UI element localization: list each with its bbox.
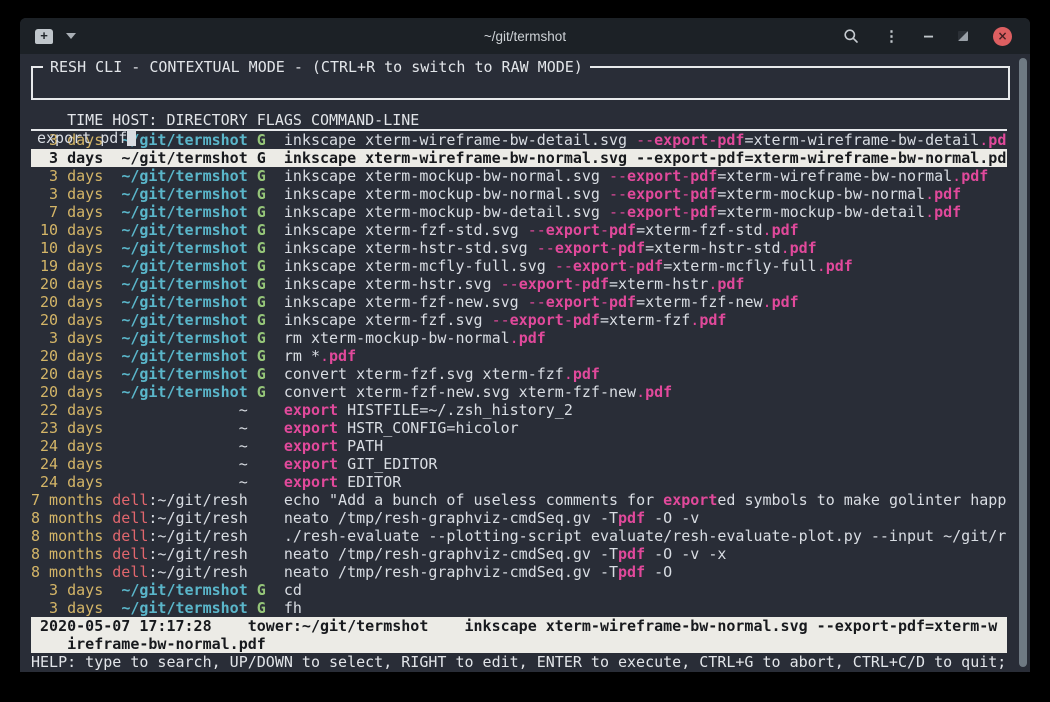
table-row[interactable]: 24 days ~ export PATH [31, 437, 1007, 455]
table-row[interactable]: 20 days ~/git/termshot G inkscape xterm-… [31, 275, 1007, 293]
table-row[interactable]: 3 days ~/git/termshot G rm xterm-mockup-… [31, 329, 1007, 347]
titlebar: + ~/git/termshot ⋮ – × [20, 18, 1030, 54]
table-row[interactable]: 8 months dell:~/git/resh neato /tmp/resh… [31, 563, 1007, 581]
table-row[interactable]: 8 months dell:~/git/resh ./resh-evaluate… [31, 527, 1007, 545]
selected-command-detail: 2020-05-07 17:17:28 tower:~/git/termshot… [31, 617, 1007, 653]
table-row[interactable]: 7 days ~/git/termshot G inkscape xterm-m… [31, 203, 1007, 221]
close-button[interactable]: × [993, 27, 1012, 46]
help-line: HELP: type to search, UP/DOWN to select,… [31, 653, 1007, 671]
table-row[interactable]: 24 days ~ export GIT_EDITOR [31, 455, 1007, 473]
minimize-button[interactable]: – [924, 29, 933, 44]
table-row[interactable]: 20 days ~/git/termshot G convert xterm-f… [31, 383, 1007, 401]
search-query: export pdf [37, 129, 127, 147]
new-tab-button[interactable]: + [35, 29, 53, 44]
search-input[interactable]: export pdf [37, 129, 1004, 147]
close-icon: × [997, 30, 1007, 42]
text-cursor [127, 130, 136, 146]
table-row[interactable]: 7 months dell:~/git/resh echo "Add a bun… [31, 491, 1007, 509]
terminal-window: + ~/git/termshot ⋮ – × RESH CLI - CONTEX… [20, 18, 1030, 672]
kebab-menu-icon[interactable]: ⋮ [884, 29, 899, 44]
table-row[interactable]: 3 days ~/git/termshot G cd [31, 581, 1007, 599]
table-row[interactable]: 20 days ~/git/termshot G inkscape xterm-… [31, 293, 1007, 311]
detail-line: 2020-05-07 17:17:28 tower:~/git/termshot… [31, 617, 1007, 635]
scrollbar-thumb[interactable] [1019, 58, 1027, 667]
table-row[interactable]: 8 months dell:~/git/resh neato /tmp/resh… [31, 545, 1007, 563]
history-table: TIME HOST: DIRECTORY FLAGS COMMAND-LINE … [31, 111, 1007, 671]
table-row[interactable]: 23 days ~ export HSTR_CONFIG=hicolor [31, 419, 1007, 437]
table-row[interactable]: 10 days ~/git/termshot G inkscape xterm-… [31, 221, 1007, 239]
table-row[interactable]: 20 days ~/git/termshot G inkscape xterm-… [31, 311, 1007, 329]
table-row[interactable]: 3 days ~/git/termshot G inkscape xterm-m… [31, 185, 1007, 203]
detail-line: ireframe-bw-normal.pdf [31, 635, 1007, 653]
history-rows: 3 days ~/git/termshot G inkscape xterm-w… [31, 131, 1007, 617]
search-panel: RESH CLI - CONTEXTUAL MODE - (CTRL+R to … [31, 66, 1010, 100]
restore-button[interactable] [958, 31, 968, 41]
terminal-content: RESH CLI - CONTEXTUAL MODE - (CTRL+R to … [20, 54, 1030, 672]
table-row[interactable]: 10 days ~/git/termshot G inkscape xterm-… [31, 239, 1007, 257]
table-row[interactable]: 22 days ~ export HISTFILE=~/.zsh_history… [31, 401, 1007, 419]
search-icon[interactable] [843, 28, 859, 44]
table-row[interactable]: 3 days ~/git/termshot G fh [31, 599, 1007, 617]
mode-title: RESH CLI - CONTEXTUAL MODE - (CTRL+R to … [43, 58, 590, 76]
table-row[interactable]: 20 days ~/git/termshot G rm *.pdf [31, 347, 1007, 365]
table-row[interactable]: 19 days ~/git/termshot G inkscape xterm-… [31, 257, 1007, 275]
table-row[interactable]: 8 months dell:~/git/resh neato /tmp/resh… [31, 509, 1007, 527]
table-row[interactable]: 24 days ~ export EDITOR [31, 473, 1007, 491]
chevron-down-icon[interactable] [66, 33, 76, 39]
table-row[interactable]: 20 days ~/git/termshot G convert xterm-f… [31, 365, 1007, 383]
